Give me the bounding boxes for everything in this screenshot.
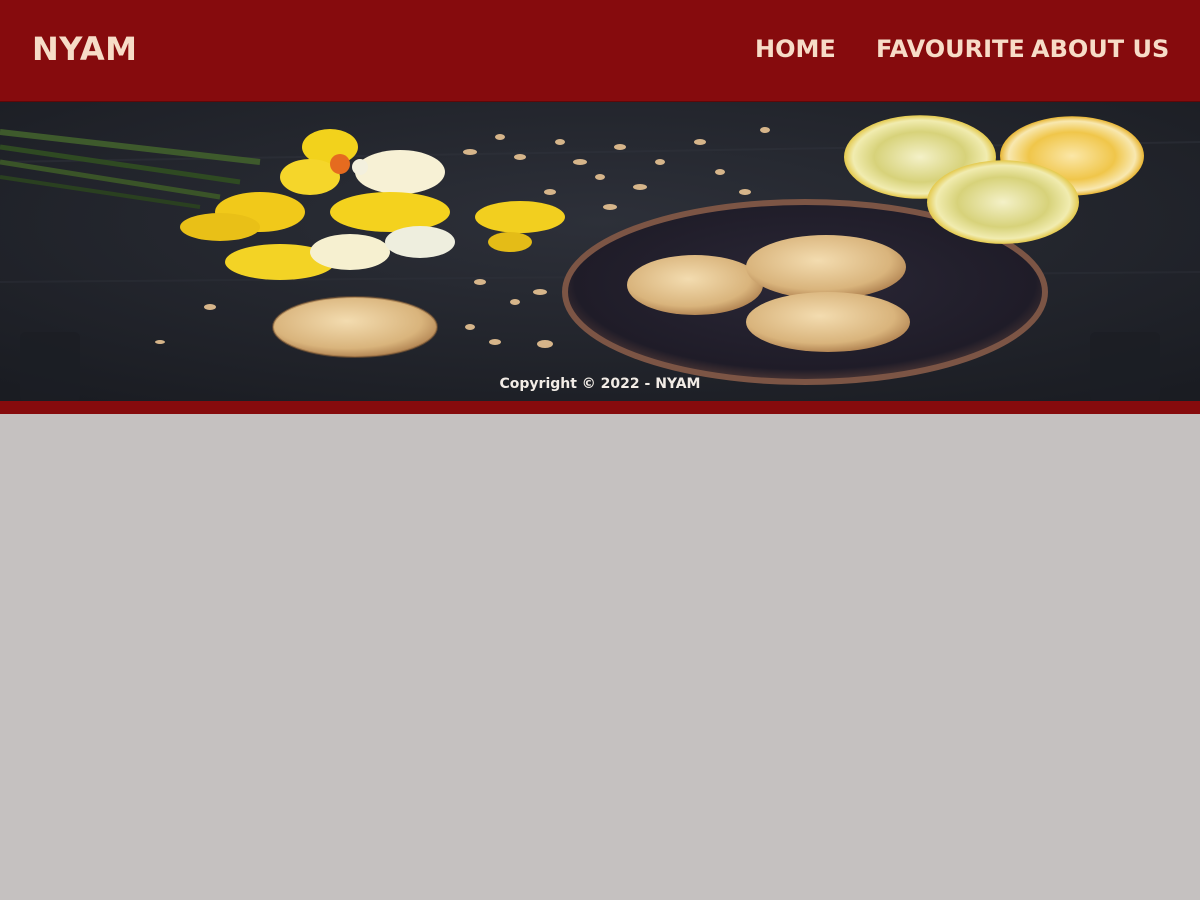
hero-banner: Copyright © 2022 - NYAM — [0, 102, 1200, 401]
nav-home-link[interactable]: HOME — [755, 35, 836, 63]
footer-bar — [0, 401, 1200, 414]
copyright-text: Copyright © 2022 - NYAM — [499, 376, 701, 392]
top-navbar: NYAM HOME FAVOURITE ABOUT US — [0, 0, 1200, 102]
nav-favourite-link[interactable]: FAVOURITE — [876, 35, 1025, 63]
hero-food-image — [0, 102, 1200, 401]
nav-about-us-link[interactable]: ABOUT US — [1031, 35, 1169, 63]
site-logo[interactable]: NYAM — [32, 30, 138, 68]
